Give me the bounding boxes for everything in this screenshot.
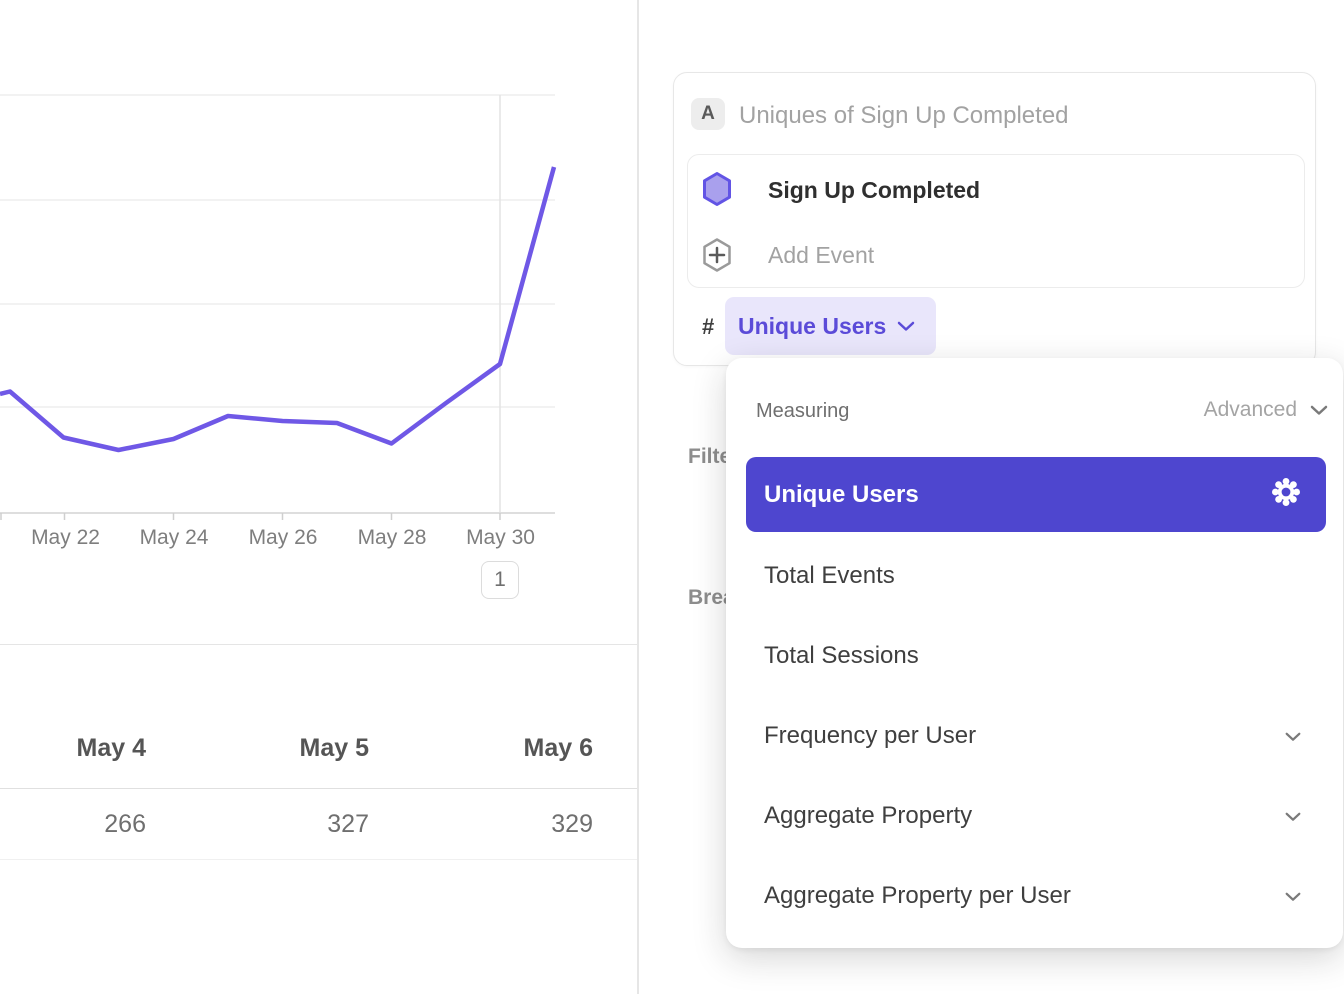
advanced-mode-toggle[interactable]: Advanced: [1204, 398, 1329, 422]
chevron-down-icon: [1284, 731, 1302, 742]
gear-icon[interactable]: [1270, 476, 1302, 513]
svg-text:May 24: May 24: [140, 526, 209, 549]
table-header-may-4: May 4: [0, 734, 146, 763]
table-header-may-5: May 5: [209, 734, 369, 763]
chart-annotation-badge[interactable]: 1: [481, 561, 519, 599]
selected-item-label: Unique Users: [764, 481, 919, 509]
measuring-dropdown: Measuring Advanced Unique Users Total Ev…: [726, 358, 1343, 948]
svg-text:May 26: May 26: [249, 526, 318, 549]
table-header-divider: [0, 788, 638, 789]
table-value-may-6: 329: [433, 810, 593, 839]
menu-item-aggregate-property[interactable]: Aggregate Property: [746, 788, 1326, 844]
measuring-heading: Measuring: [756, 400, 849, 423]
table-value-may-4: 266: [0, 810, 146, 839]
measure-chip-label: Unique Users: [738, 313, 886, 340]
menu-item-unique-users-selected[interactable]: Unique Users: [746, 457, 1326, 532]
line-chart: May 22 May 24 May 26 May 28 May 30: [0, 0, 638, 620]
menu-item-label: Total Events: [764, 562, 895, 590]
table-header-may-6: May 6: [433, 734, 593, 763]
menu-item-total-events[interactable]: Total Events: [746, 548, 1326, 604]
menu-item-aggregate-property-per-user[interactable]: Aggregate Property per User: [746, 868, 1326, 924]
svg-text:May 28: May 28: [358, 526, 427, 549]
series-title: Uniques of Sign Up Completed: [739, 102, 1069, 130]
table-row-divider: [0, 859, 638, 860]
event-hexagon-icon: [701, 171, 733, 212]
svg-text:May 30: May 30: [466, 526, 535, 549]
svg-text:May 22: May 22: [31, 526, 100, 549]
table-top-divider: [0, 644, 638, 645]
measure-chip[interactable]: Unique Users: [725, 297, 936, 355]
add-event-icon[interactable]: [701, 237, 733, 278]
chevron-down-icon: [896, 320, 916, 332]
chevron-down-icon: [1309, 404, 1329, 416]
menu-item-label: Total Sessions: [764, 642, 919, 670]
table-value-may-5: 327: [209, 810, 369, 839]
add-event-label[interactable]: Add Event: [768, 242, 874, 269]
menu-item-label: Frequency per User: [764, 722, 976, 750]
menu-item-frequency-per-user[interactable]: Frequency per User: [746, 708, 1326, 764]
advanced-mode-label: Advanced: [1204, 398, 1297, 422]
menu-item-label: Aggregate Property: [764, 802, 972, 830]
chevron-down-icon: [1284, 891, 1302, 902]
menu-item-total-sessions[interactable]: Total Sessions: [746, 628, 1326, 684]
measure-hash-symbol: #: [702, 314, 714, 340]
query-series-card: A Uniques of Sign Up Completed Sign Up C…: [673, 72, 1316, 366]
chart-pane: May 22 May 24 May 26 May 28 May 30 1 May 4 M…: [0, 0, 638, 994]
series-a-badge: A: [691, 98, 725, 130]
chevron-down-icon: [1284, 811, 1302, 822]
menu-item-label: Aggregate Property per User: [764, 882, 1071, 910]
event-name[interactable]: Sign Up Completed: [768, 177, 980, 204]
event-card: Sign Up Completed Add Event: [687, 154, 1305, 288]
